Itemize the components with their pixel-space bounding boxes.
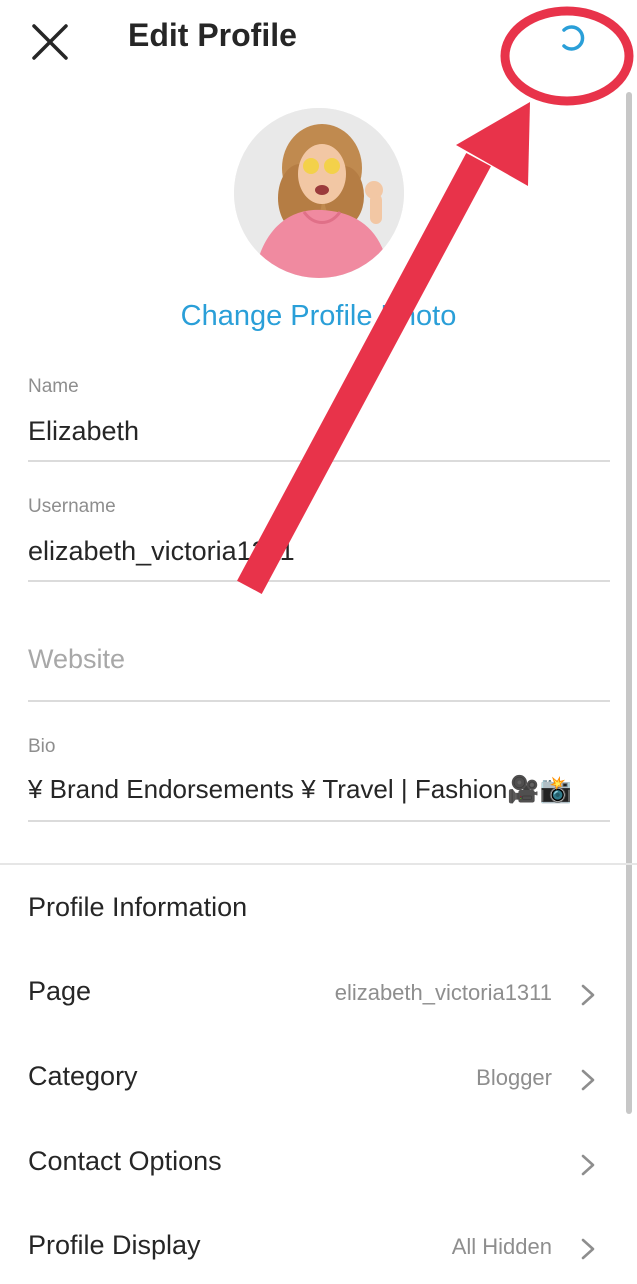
scrollbar[interactable]: [626, 92, 632, 1114]
row-label: Category: [28, 1061, 138, 1091]
bio-input[interactable]: ¥ Brand Endorsements ¥ Travel | Fashion🎥…: [28, 774, 572, 805]
row-label: Contact Options: [28, 1146, 222, 1176]
username-label: Username: [28, 496, 116, 517]
category-row[interactable]: Category Blogger: [0, 1045, 620, 1115]
change-profile-photo-link[interactable]: Change Profile Photo: [0, 300, 637, 333]
profile-display-row[interactable]: Profile Display All Hidden: [0, 1214, 620, 1284]
chevron-right-icon: [581, 984, 595, 1006]
spinner-icon: [562, 25, 585, 51]
page-title: Edit Profile: [128, 17, 297, 53]
row-value: All Hidden: [451, 1234, 552, 1259]
row-label: Profile Display: [28, 1230, 201, 1260]
website-field[interactable]: Website: [28, 612, 610, 702]
chevron-right-icon: [581, 1238, 595, 1260]
name-field[interactable]: Name Elizabeth: [28, 372, 610, 462]
bio-label: Bio: [28, 736, 56, 757]
avatar[interactable]: [234, 108, 404, 278]
name-label: Name: [28, 376, 79, 397]
annotation-arrow-head: [456, 102, 530, 186]
contact-options-row[interactable]: Contact Options: [0, 1130, 620, 1200]
bio-field[interactable]: Bio ¥ Brand Endorsements ¥ Travel | Fash…: [28, 732, 610, 822]
website-input[interactable]: Website: [28, 644, 125, 675]
top-bar: Edit Profile: [0, 0, 637, 80]
close-button[interactable]: [28, 20, 72, 64]
name-input[interactable]: Elizabeth: [28, 416, 139, 447]
save-loading-indicator[interactable]: [556, 24, 588, 52]
username-input[interactable]: elizabeth_victoria1311: [28, 536, 295, 567]
chevron-right-icon: [581, 1069, 595, 1091]
page-row[interactable]: Page elizabeth_victoria1311: [0, 960, 620, 1030]
chevron-right-icon: [581, 1154, 595, 1176]
profile-information-heading: Profile Information: [28, 892, 248, 922]
row-value: Blogger: [476, 1065, 552, 1090]
row-label: Page: [28, 976, 92, 1006]
username-field[interactable]: Username elizabeth_victoria1311: [28, 492, 610, 582]
section-divider: [0, 863, 637, 865]
row-value: elizabeth_victoria1311: [334, 980, 552, 1005]
close-icon: [32, 24, 68, 60]
